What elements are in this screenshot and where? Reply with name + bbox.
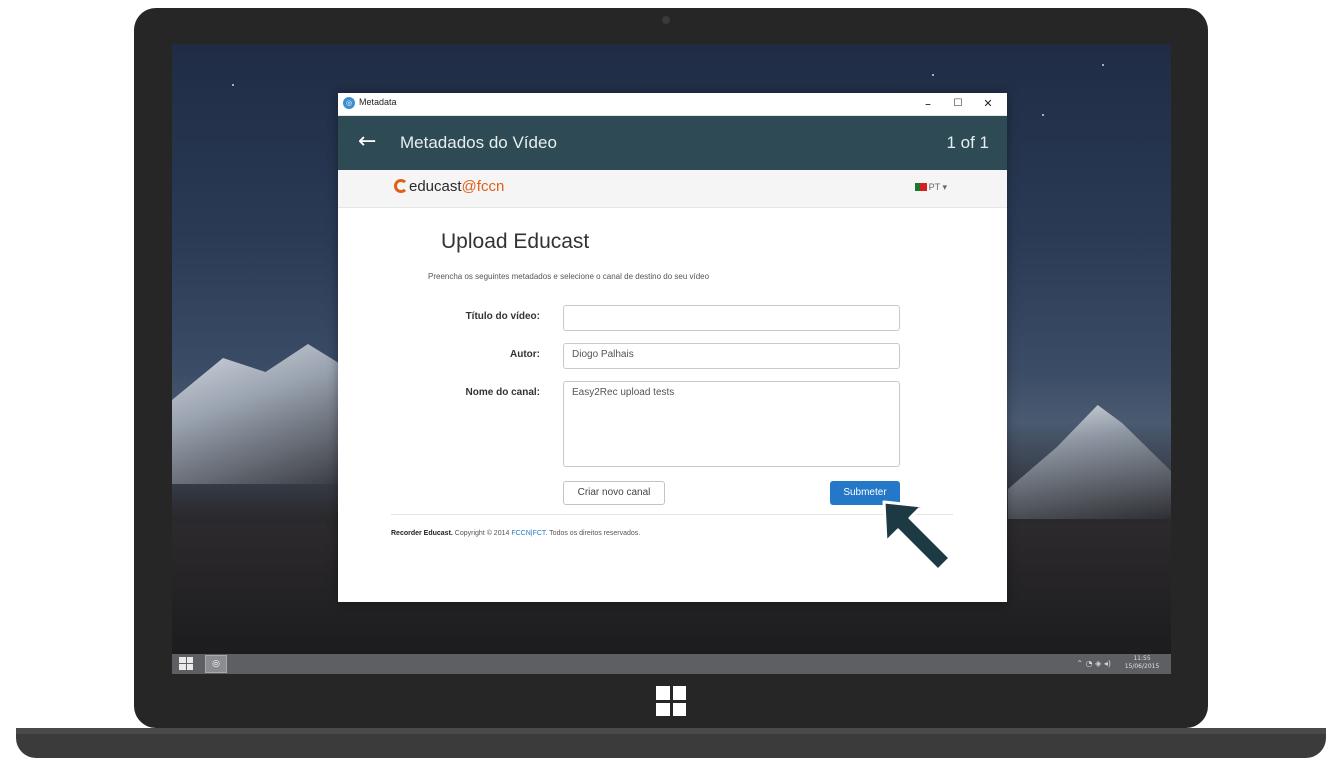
footer: Recorder Educast. Copyright © 2014 FCCN|… bbox=[391, 530, 640, 537]
app-header: ← Metadados do Vídeo 1 of 1 bbox=[338, 116, 1007, 170]
star bbox=[932, 74, 934, 76]
footer-brand: Recorder Educast. bbox=[391, 530, 453, 537]
author-input[interactable]: Diogo Palhais bbox=[563, 343, 900, 369]
page-header-title: Metadados do Vídeo bbox=[400, 133, 557, 152]
taskbar-app-metadata[interactable]: ◎ bbox=[205, 655, 227, 673]
star bbox=[1102, 64, 1104, 66]
minimize-button[interactable]: – bbox=[913, 94, 943, 114]
close-button[interactable]: ✕ bbox=[973, 94, 1003, 114]
language-selector[interactable]: PT ▾ bbox=[914, 182, 947, 193]
footer-link-fccn[interactable]: FCCN|FCT bbox=[511, 530, 545, 537]
video-title-label: Título do vídeo: bbox=[465, 311, 540, 322]
clock-date: 15/06/2015 bbox=[1124, 663, 1160, 670]
footer-rights: . Todos os direitos reservados. bbox=[545, 530, 641, 537]
pointer-arrow-icon bbox=[882, 500, 952, 572]
window-titlebar[interactable]: ◎ Metadata – ☐ ✕ bbox=[338, 93, 1007, 116]
back-arrow-icon[interactable]: ← bbox=[358, 130, 376, 154]
laptop-base-edge bbox=[16, 728, 1326, 734]
maximize-button[interactable]: ☐ bbox=[943, 94, 973, 114]
language-label: PT ▾ bbox=[928, 182, 947, 192]
educast-logo[interactable]: educast@fccn bbox=[394, 178, 504, 195]
clock-time: 11:55 bbox=[1133, 655, 1151, 662]
brand-navbar: educast@fccn PT ▾ bbox=[338, 170, 1007, 208]
video-title-input[interactable] bbox=[563, 305, 900, 331]
form-intro: Preencha os seguintes metadados e seleci… bbox=[428, 272, 710, 281]
channel-textarea[interactable]: Easy2Rec upload tests bbox=[563, 381, 900, 467]
author-label: Autor: bbox=[510, 349, 540, 360]
start-button[interactable] bbox=[179, 657, 193, 670]
create-channel-button[interactable]: Criar novo canal bbox=[563, 481, 665, 505]
form-title: Upload Educast bbox=[441, 230, 590, 253]
mountain-right bbox=[1008, 405, 1171, 519]
logo-text-main: educast bbox=[409, 178, 462, 195]
window-title: Metadata bbox=[359, 97, 397, 107]
star bbox=[232, 84, 234, 86]
logo-text-suffix: @fccn bbox=[461, 178, 505, 195]
webcam bbox=[662, 16, 670, 24]
taskbar: ◎ ⌃ ◔ ◈ ◂) 11:55 15/06/2015 bbox=[172, 654, 1171, 674]
app-icon: ◎ bbox=[212, 659, 220, 669]
mountain-left bbox=[172, 344, 342, 484]
divider bbox=[391, 514, 953, 515]
portugal-flag-icon bbox=[914, 183, 927, 191]
windows-logo-icon bbox=[656, 686, 686, 716]
channel-label: Nome do canal: bbox=[465, 387, 540, 398]
star bbox=[1042, 114, 1044, 116]
system-tray-icons[interactable]: ⌃ ◔ ◈ ◂) bbox=[1076, 659, 1111, 668]
taskbar-clock[interactable]: 11:55 15/06/2015 bbox=[1119, 655, 1165, 671]
page-counter: 1 of 1 bbox=[946, 133, 989, 152]
footer-copyright: Copyright © 2014 bbox=[452, 530, 512, 537]
app-icon: ◎ bbox=[343, 97, 355, 109]
educast-logo-icon bbox=[394, 179, 408, 193]
